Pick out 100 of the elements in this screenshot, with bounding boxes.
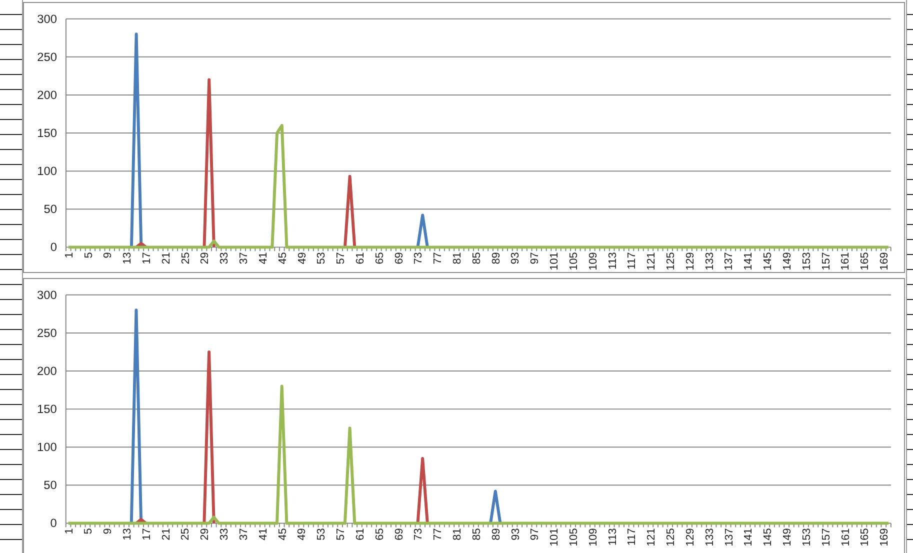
x-axis-label: 73 bbox=[412, 252, 425, 264]
y-axis-label: 150 bbox=[37, 126, 58, 140]
x-axis-label: 61 bbox=[354, 528, 366, 540]
x-axis-label: 81 bbox=[452, 252, 464, 264]
x-axis-label: 45 bbox=[276, 252, 289, 264]
x-axis-label: 89 bbox=[490, 252, 502, 264]
x-axis-label: 149 bbox=[782, 528, 794, 546]
x-axis-label: 49 bbox=[296, 252, 308, 264]
x-axis-label: 133 bbox=[704, 252, 716, 270]
x-axis-label: 157 bbox=[820, 528, 832, 546]
x-axis-label: 161 bbox=[840, 252, 852, 270]
x-axis-label: 57 bbox=[335, 252, 348, 264]
x-axis-label: 105 bbox=[568, 528, 580, 546]
x-axis-label: 133 bbox=[704, 528, 716, 546]
x-axis-label: 65 bbox=[374, 528, 386, 540]
x-axis-label: 21 bbox=[160, 252, 172, 264]
x-axis-label: 169 bbox=[878, 528, 891, 546]
x-axis-label: 157 bbox=[820, 252, 832, 270]
x-axis-label: 17 bbox=[141, 252, 153, 264]
y-axis-label: 250 bbox=[37, 50, 58, 64]
x-axis-label: 165 bbox=[859, 252, 872, 270]
x-axis-label: 121 bbox=[646, 528, 658, 546]
y-axis-label: 200 bbox=[37, 88, 58, 102]
x-axis-label: 13 bbox=[122, 252, 134, 264]
x-axis-label: 49 bbox=[296, 528, 308, 540]
x-axis-label: 65 bbox=[374, 252, 386, 264]
y-axis-label: 300 bbox=[37, 288, 57, 302]
x-axis-label: 149 bbox=[781, 252, 794, 270]
x-axis-label: 137 bbox=[723, 528, 736, 546]
x-axis-label: 13 bbox=[122, 528, 134, 540]
x-axis-label: 89 bbox=[490, 528, 502, 540]
x-axis-label: 41 bbox=[257, 528, 270, 540]
x-axis-label: 73 bbox=[412, 528, 425, 540]
y-axis-label: 100 bbox=[37, 164, 58, 178]
x-axis-label: 69 bbox=[393, 528, 406, 540]
x-axis-label: 93 bbox=[510, 528, 522, 540]
x-axis-label: 61 bbox=[354, 252, 366, 264]
x-axis-label: 109 bbox=[587, 528, 600, 546]
x-axis-label: 117 bbox=[626, 252, 638, 270]
y-axis-label: 250 bbox=[37, 326, 57, 340]
x-axis-label: 77 bbox=[432, 528, 444, 540]
x-axis-label: 117 bbox=[626, 528, 638, 546]
x-axis-label: 113 bbox=[606, 528, 619, 546]
x-axis-label: 137 bbox=[723, 252, 736, 270]
x-axis-label: 25 bbox=[180, 528, 192, 540]
x-axis-label: 69 bbox=[393, 252, 406, 264]
x-axis-label: 105 bbox=[568, 252, 580, 270]
y-axis-label: 150 bbox=[37, 402, 57, 416]
x-axis-label: 1 bbox=[63, 252, 76, 258]
x-axis-label: 113 bbox=[606, 252, 619, 270]
x-axis-label: 9 bbox=[102, 252, 114, 258]
x-axis-label: 145 bbox=[762, 528, 774, 546]
x-axis-label: 37 bbox=[238, 252, 250, 264]
x-axis-label: 125 bbox=[665, 528, 678, 546]
x-axis-label: 129 bbox=[684, 528, 696, 546]
x-axis-label: 1 bbox=[63, 528, 76, 534]
x-axis-label: 93 bbox=[510, 252, 522, 264]
x-axis-label: 21 bbox=[160, 528, 172, 540]
x-axis-label: 97 bbox=[529, 252, 542, 264]
x-axis-label: 53 bbox=[316, 252, 328, 264]
x-axis-label: 33 bbox=[218, 252, 231, 264]
x-axis-label: 85 bbox=[470, 252, 483, 264]
y-axis-label: 300 bbox=[37, 12, 58, 26]
x-axis-label: 141 bbox=[742, 528, 755, 546]
x-axis-label: 45 bbox=[276, 528, 289, 540]
y-axis-label: 50 bbox=[44, 478, 57, 492]
x-axis-label: 121 bbox=[646, 252, 658, 270]
x-axis-label: 29 bbox=[199, 528, 212, 540]
y-axis-label: 200 bbox=[37, 364, 57, 378]
x-axis-label: 101 bbox=[548, 252, 561, 270]
x-axis-label: 85 bbox=[470, 528, 483, 540]
x-axis-label: 97 bbox=[529, 528, 542, 540]
x-axis-label: 109 bbox=[587, 252, 600, 270]
x-axis-label: 101 bbox=[548, 528, 561, 546]
x-axis-label: 153 bbox=[800, 252, 813, 270]
y-axis-label: 50 bbox=[44, 202, 58, 216]
x-axis-label: 125 bbox=[665, 252, 678, 270]
x-axis-label: 29 bbox=[199, 252, 212, 264]
x-axis-label: 161 bbox=[840, 528, 852, 546]
x-axis-label: 37 bbox=[238, 528, 250, 540]
x-axis-label: 25 bbox=[180, 252, 192, 264]
x-axis-label: 153 bbox=[800, 528, 813, 546]
x-axis-label: 57 bbox=[335, 528, 348, 540]
x-axis-label: 169 bbox=[878, 252, 891, 270]
x-axis-label: 81 bbox=[452, 528, 464, 540]
x-axis-label: 165 bbox=[859, 528, 872, 546]
x-axis-label: 5 bbox=[82, 252, 95, 258]
x-axis-label: 77 bbox=[432, 252, 444, 264]
x-axis-label: 9 bbox=[102, 528, 114, 534]
y-axis-label: 0 bbox=[50, 516, 57, 530]
y-axis-label: 0 bbox=[50, 240, 58, 254]
x-axis-label: 53 bbox=[316, 528, 328, 540]
x-axis-label: 17 bbox=[140, 528, 153, 540]
x-axis-label: 141 bbox=[742, 252, 755, 270]
x-axis-label: 129 bbox=[684, 252, 696, 270]
y-axis-label: 100 bbox=[37, 440, 57, 454]
x-axis-label: 33 bbox=[218, 528, 231, 540]
x-axis-label: 145 bbox=[762, 252, 774, 270]
x-axis-label: 5 bbox=[82, 528, 95, 534]
x-axis-label: 41 bbox=[257, 252, 270, 264]
